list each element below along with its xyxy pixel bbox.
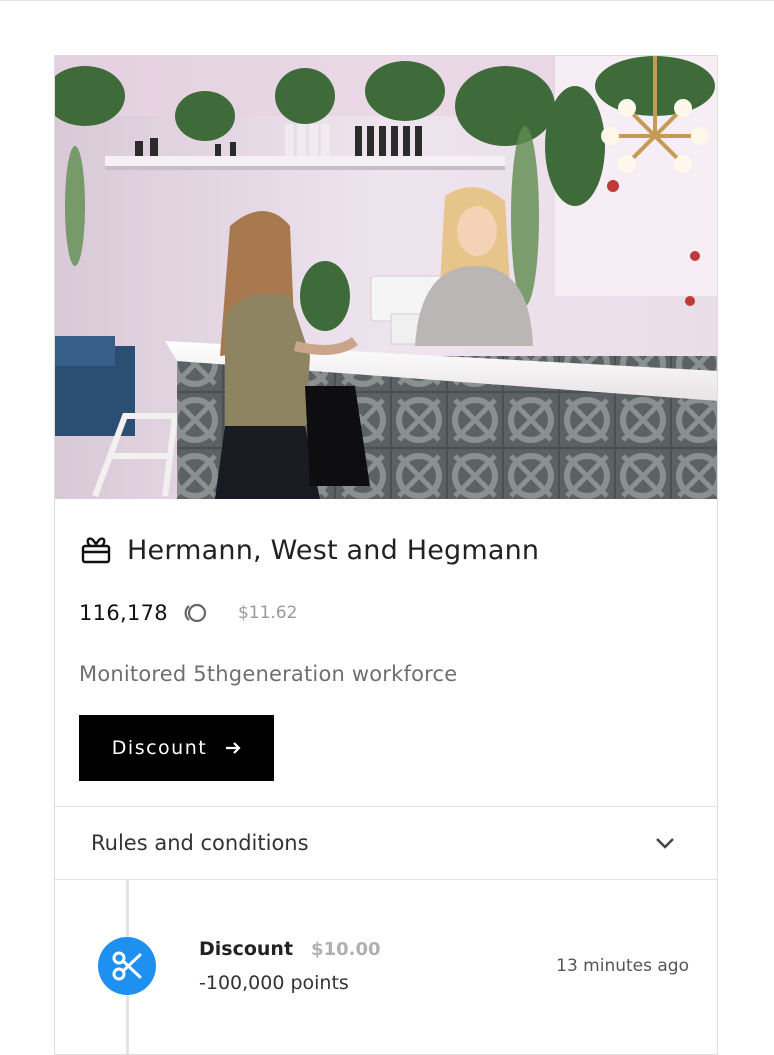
discount-button[interactable]: Discount [79,715,274,781]
rules-label: Rules and conditions [91,831,309,855]
history-entry-points: -100,000 points [199,972,349,994]
discount-button-label: Discount [111,737,208,759]
history-entry-badge [98,937,156,995]
rules-accordion-header[interactable]: Rules and conditions [55,806,717,880]
arrow-right-icon [226,742,241,754]
offer-title-row: Hermann, West and Hegmann [81,532,539,568]
history-entry-value: $10.00 [311,939,381,960]
history-timeline: Discount $10.00 -100,000 points 13 minut… [55,880,717,1054]
top-divider [0,0,774,1]
chevron-down-icon[interactable] [655,837,675,849]
scissors-icon [112,951,142,981]
offer-description: Monitored 5thgeneration workforce [79,662,458,686]
gift-icon [81,537,111,564]
offer-hero-image [55,56,717,499]
offer-title: Hermann, West and Hegmann [127,534,540,566]
coin-icon [184,603,207,623]
offer-money-value: $11.62 [237,603,298,623]
offer-card: Hermann, West and Hegmann 116,178 $11.62… [54,55,718,1055]
history-entry-title-row: Discount $10.00 [199,938,381,960]
history-entry-time: 13 minutes ago [556,956,689,976]
history-entry-title: Discount [199,938,294,960]
offer-points: 116,178 [79,601,168,625]
offer-value-row: 116,178 $11.62 [79,600,297,626]
